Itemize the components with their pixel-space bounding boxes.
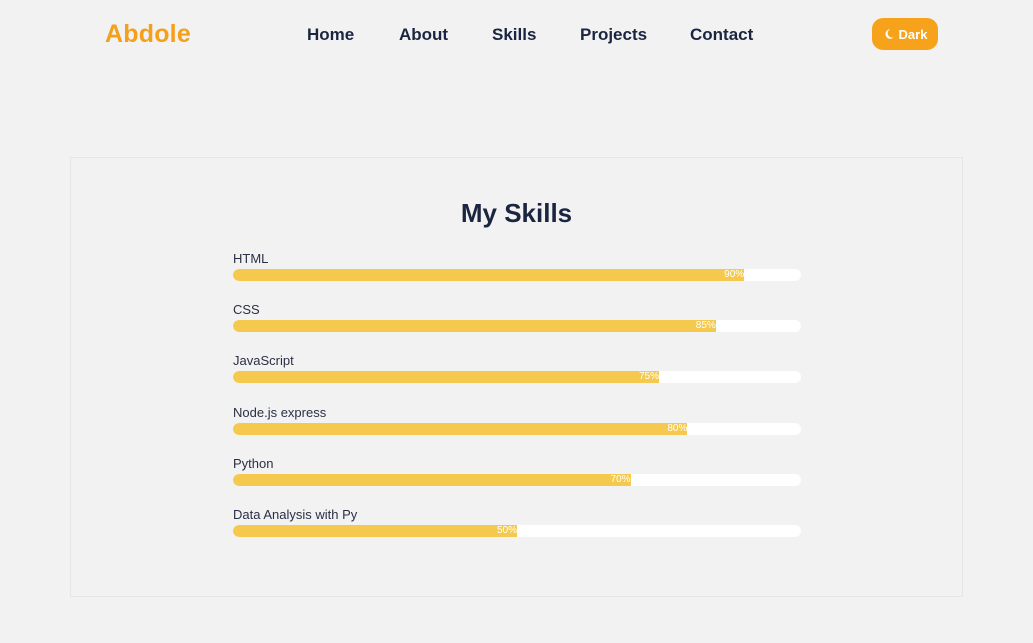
skill-label: JavaScript xyxy=(233,353,294,368)
skill-progress-track: 50% xyxy=(233,525,801,537)
skill-item-python: Python 70% xyxy=(233,456,801,496)
skill-percent: 80% xyxy=(667,423,688,434)
moon-icon xyxy=(885,29,894,39)
skill-item-data-analysis: Data Analysis with Py 50% xyxy=(233,507,801,547)
skill-label: Node.js express xyxy=(233,405,327,420)
skill-percent: 85% xyxy=(695,320,716,331)
skill-label: Python xyxy=(233,456,274,471)
skill-progress-fill: 75% xyxy=(233,371,659,383)
skill-item-html: HTML 90% xyxy=(233,251,801,291)
skill-progress-fill: 70% xyxy=(233,474,631,486)
skills-section-title: My Skills xyxy=(460,198,573,228)
skill-label: CSS xyxy=(233,302,260,317)
skill-item-javascript: JavaScript 75% xyxy=(233,353,801,393)
skill-progress-fill: 85% xyxy=(233,320,716,332)
nav-link-about[interactable]: About xyxy=(399,25,448,45)
skill-progress-track: 75% xyxy=(233,371,801,383)
nav-link-skills[interactable]: Skills xyxy=(492,25,536,45)
navbar: Abdole Home About Skills Projects Contac… xyxy=(0,0,1033,70)
skill-progress-fill: 90% xyxy=(233,269,745,281)
skill-label: Data Analysis with Py xyxy=(233,507,358,522)
skill-percent: 75% xyxy=(638,371,659,382)
skill-label: HTML xyxy=(233,251,269,266)
skill-percent: 50% xyxy=(496,525,517,536)
dark-mode-toggle-button[interactable]: Dark xyxy=(872,18,938,50)
dark-mode-toggle-label: Dark xyxy=(898,26,928,42)
nav-link-projects[interactable]: Projects xyxy=(580,25,647,45)
skill-percent: 90% xyxy=(724,269,745,280)
skill-progress-fill: 80% xyxy=(233,423,688,435)
nav-link-home[interactable]: Home xyxy=(307,25,354,45)
skill-progress-track: 70% xyxy=(233,474,801,486)
nav-link-contact[interactable]: Contact xyxy=(690,25,753,45)
skill-progress-track: 85% xyxy=(233,320,801,332)
skill-progress-track: 80% xyxy=(233,423,801,435)
skill-item-css: CSS 85% xyxy=(233,302,801,342)
skill-progress-track: 90% xyxy=(233,269,801,281)
skill-progress-fill: 50% xyxy=(233,525,517,537)
skill-item-nodejs: Node.js express 80% xyxy=(233,405,801,445)
skill-percent: 70% xyxy=(610,474,631,485)
